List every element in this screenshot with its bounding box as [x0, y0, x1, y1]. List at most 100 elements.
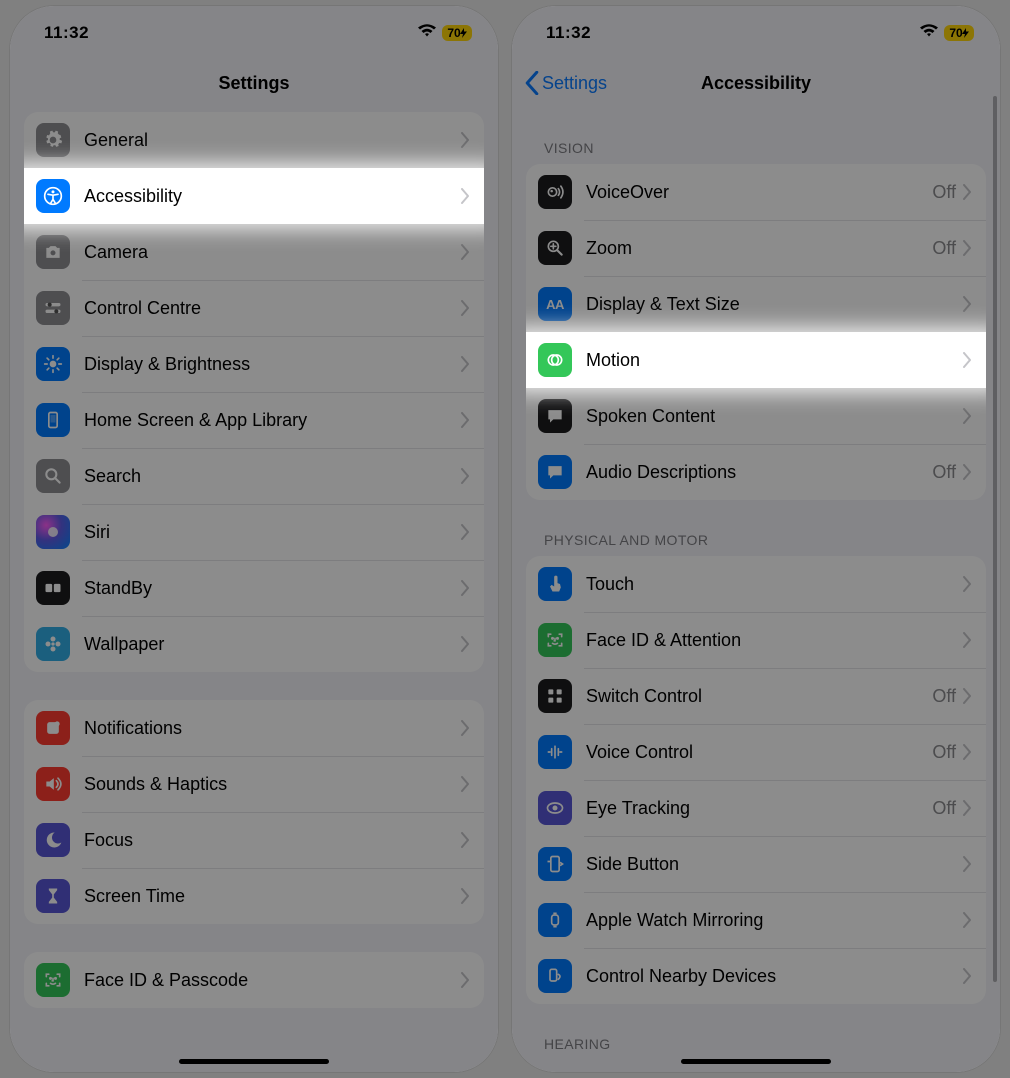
row-label: Face ID & Passcode [84, 970, 460, 991]
row-label: Search [84, 466, 460, 487]
voice-icon [538, 735, 572, 769]
chevron-right-icon [460, 972, 470, 988]
row-face-id-attention[interactable]: Face ID & Attention [526, 612, 986, 668]
back-button[interactable]: Settings [524, 71, 607, 95]
chevron-right-icon [962, 856, 972, 872]
row-label: Side Button [586, 854, 962, 875]
row-search[interactable]: Search [24, 448, 484, 504]
zoom-icon [538, 231, 572, 265]
row-label: Screen Time [84, 886, 460, 907]
row-label: Control Nearby Devices [586, 966, 962, 987]
search-icon [36, 459, 70, 493]
row-switch-control[interactable]: Switch ControlOff [526, 668, 986, 724]
chevron-right-icon [962, 912, 972, 928]
row-home-screen-app-library[interactable]: Home Screen & App Library [24, 392, 484, 448]
chevron-right-icon [460, 188, 470, 204]
row-value: Off [932, 686, 956, 707]
row-label: VoiceOver [586, 182, 932, 203]
section-header-vision: VISION [512, 112, 1000, 164]
row-value: Off [932, 238, 956, 259]
row-label: Apple Watch Mirroring [586, 910, 962, 931]
row-label: General [84, 130, 460, 151]
row-eye-tracking[interactable]: Eye TrackingOff [526, 780, 986, 836]
row-label: Touch [586, 574, 962, 595]
row-value: Off [932, 462, 956, 483]
eye-icon [538, 791, 572, 825]
standby-icon [36, 571, 70, 605]
access-icon [36, 179, 70, 213]
chevron-right-icon [962, 352, 972, 368]
settings-group-2: Notifications Sounds & Haptics Focus Screen… [24, 700, 484, 924]
battery-indicator: 70 [442, 25, 472, 41]
row-label: Focus [84, 830, 460, 851]
home-indicator[interactable] [681, 1059, 831, 1064]
row-label: Wallpaper [84, 634, 460, 655]
nearby-icon [538, 959, 572, 993]
row-label: Spoken Content [586, 406, 962, 427]
row-standby[interactable]: StandBy [24, 560, 484, 616]
row-label: Accessibility [84, 186, 460, 207]
row-focus[interactable]: Focus [24, 812, 484, 868]
grid-icon [538, 679, 572, 713]
camera-icon [36, 235, 70, 269]
status-time: 11:32 [44, 23, 89, 43]
bubble-icon [538, 399, 572, 433]
chevron-right-icon [460, 524, 470, 540]
hourglass-icon [36, 879, 70, 913]
row-audio-descriptions[interactable]: Audio DescriptionsOff [526, 444, 986, 500]
row-side-button[interactable]: Side Button [526, 836, 986, 892]
row-siri[interactable]: Siri [24, 504, 484, 560]
chevron-right-icon [962, 968, 972, 984]
row-label: Zoom [586, 238, 932, 259]
chevron-right-icon [460, 132, 470, 148]
chevron-right-icon [962, 408, 972, 424]
phone-icon [36, 403, 70, 437]
wifi-icon [920, 24, 938, 42]
row-voice-control[interactable]: Voice ControlOff [526, 724, 986, 780]
gear-icon [36, 123, 70, 157]
row-label: Voice Control [586, 742, 932, 763]
chevron-right-icon [460, 468, 470, 484]
chevron-right-icon [962, 576, 972, 592]
row-accessibility[interactable]: Accessibility [24, 168, 484, 224]
row-sounds-haptics[interactable]: Sounds & Haptics [24, 756, 484, 812]
aa-icon: AA [538, 287, 572, 321]
row-apple-watch-mirroring[interactable]: Apple Watch Mirroring [526, 892, 986, 948]
row-face-id-passcode[interactable]: Face ID & Passcode [24, 952, 484, 1008]
chevron-right-icon [460, 720, 470, 736]
faceid-icon [538, 623, 572, 657]
row-label: Display & Brightness [84, 354, 460, 375]
row-display-text-size[interactable]: AADisplay & Text Size [526, 276, 986, 332]
chevron-right-icon [460, 888, 470, 904]
row-label: Camera [84, 242, 460, 263]
scrollbar[interactable] [993, 96, 997, 982]
row-zoom[interactable]: ZoomOff [526, 220, 986, 276]
row-control-centre[interactable]: Control Centre [24, 280, 484, 336]
siri-icon [36, 515, 70, 549]
row-display-brightness[interactable]: Display & Brightness [24, 336, 484, 392]
back-label: Settings [542, 73, 607, 94]
row-screen-time[interactable]: Screen Time [24, 868, 484, 924]
row-motion[interactable]: Motion [526, 332, 986, 388]
chevron-right-icon [962, 464, 972, 480]
row-touch[interactable]: Touch [526, 556, 986, 612]
row-voiceover[interactable]: VoiceOverOff [526, 164, 986, 220]
row-label: Eye Tracking [586, 798, 932, 819]
section-header-motor: PHYSICAL AND MOTOR [512, 528, 1000, 556]
row-wallpaper[interactable]: Wallpaper [24, 616, 484, 672]
sliders-icon [36, 291, 70, 325]
row-label: Motion [586, 350, 962, 371]
row-camera[interactable]: Camera [24, 224, 484, 280]
row-general[interactable]: General [24, 112, 484, 168]
moon-icon [36, 823, 70, 857]
status-time: 11:32 [546, 23, 591, 43]
watch-icon [538, 903, 572, 937]
row-control-nearby-devices[interactable]: Control Nearby Devices [526, 948, 986, 1004]
row-spoken-content[interactable]: Spoken Content [526, 388, 986, 444]
row-notifications[interactable]: Notifications [24, 700, 484, 756]
bell-icon [36, 711, 70, 745]
row-value: Off [932, 182, 956, 203]
home-indicator[interactable] [179, 1059, 329, 1064]
row-label: Sounds & Haptics [84, 774, 460, 795]
wifi-icon [418, 24, 436, 42]
